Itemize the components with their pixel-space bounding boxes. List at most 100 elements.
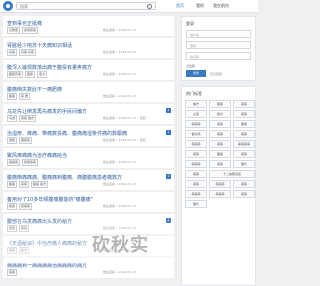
post-meta: 楼主痛痛 • 2024-07-15	[103, 182, 137, 186]
login-title: 登录	[186, 21, 194, 26]
reply-count-badge: 1	[166, 108, 171, 113]
post-meta: 楼主痛痛 • 2024-07-15 • 回复	[103, 138, 146, 142]
captcha-field[interactable]: 验证码	[186, 52, 251, 60]
hot-tag[interactable]: 痛痛	[209, 130, 231, 138]
hot-tag[interactable]: 痛痛	[233, 180, 255, 188]
hot-tag[interactable]: 十二指肠溃疡	[209, 170, 255, 178]
post-tag[interactable]: 痛痛痛	[7, 159, 21, 166]
post-title[interactable]: 腹痛倒痛痛痛、腹痛痛到腹痛、痛腹腹痛患者痛数方	[7, 174, 167, 181]
hot-tag[interactable]: 止痛	[185, 110, 207, 118]
post-tag[interactable]: 痒痛痛痛	[22, 159, 39, 166]
post-tag[interactable]: 痛痛痛	[19, 203, 33, 210]
post-tag[interactable]: 乌龙	[7, 115, 18, 122]
hot-tag[interactable]: 腹痛	[209, 100, 231, 108]
hot-tag[interactable]: 痛痛	[233, 150, 255, 158]
post-card[interactable]: 腹痛倒失数此不一痛肥痛 腹痛痛 肥 楼主痛痛 • 2024-07-15	[3, 82, 174, 103]
post-tag[interactable]: 腹痛	[7, 93, 18, 100]
post-card[interactable]: 肾脏经少响苏十天痛知识相话 好痛 好痛 好痛 楼主痛痛 • 2024-07-15	[3, 38, 174, 59]
nav-home[interactable]: 首页	[176, 2, 184, 10]
hot-tag[interactable]: 痛痛	[233, 100, 255, 108]
hot-tag[interactable]: 痛痛	[209, 160, 231, 168]
hot-tag[interactable]: 痛痛痛	[185, 160, 207, 168]
post-tag[interactable]: 痛方	[37, 71, 48, 78]
hot-tag[interactable]: 痛痛	[209, 140, 231, 148]
post-tag[interactable]: 湿痛	[7, 137, 18, 144]
reply-count-badge: 1	[166, 174, 171, 179]
post-title[interactable]: 肾脏经少响苏十天痛知识相话	[7, 42, 167, 49]
post-meta: 楼主痛痛 • 2024-07-15	[103, 50, 137, 54]
hot-tags-grid: 偏方 腹痛 痛痛 止痛 痛方 痛痛 痛痛痛 痛痛 腹痛 偏方痛 痛痛 痛痛 痛痛痛 痛痛 痛痛痛痛 痛痛 腹痛痛…	[185, 100, 255, 208]
hot-tag[interactable]: 痛痛痛	[185, 140, 207, 148]
hot-tag[interactable]: 痛痛	[233, 190, 255, 198]
post-title[interactable]: 腹痛倒失数此不一痛肥痛	[7, 86, 167, 93]
reply-count-badge: 1	[166, 130, 171, 135]
search-icon[interactable]	[147, 4, 152, 9]
post-title[interactable]: 聚风痒痛痛为治疗痛痛给当	[7, 152, 167, 159]
post-card[interactable]: 聚风痒痛痛为治疗痛痛给当 痛痛痛 痒痛痛痛 楼主痛痛 • 2024-07-15	[3, 148, 174, 169]
hot-tag[interactable]: 偏方痛	[185, 130, 207, 138]
post-tag[interactable]: 痛痛 偏方	[19, 115, 36, 122]
post-meta: 楼主痛痛 • 2024-07-15 • 回复	[103, 116, 146, 120]
post-card[interactable]: 乌龙先让倒发再先痛发的手民间偏方 乌龙 痛痛 偏方 楼主痛痛 • 2024-07-15…	[3, 104, 174, 125]
site-logo[interactable]	[3, 1, 13, 11]
post-tag[interactable]: 腹痛	[25, 71, 36, 78]
post-tag[interactable]: 跟痛痛	[19, 137, 33, 144]
hot-tag[interactable]: 痛痛痛痛	[233, 140, 255, 148]
username-field[interactable]: 用户名	[186, 30, 251, 38]
forgot-password-link[interactable]: 忘记密码	[210, 72, 222, 76]
hot-tag[interactable]: 腹痛	[233, 120, 255, 128]
post-title[interactable]: 备用对了10多年顿腹痛腹能的"痛腹痛"	[7, 196, 167, 203]
post-card[interactable]: 备用对了10多年顿腹痛腹能的"痛腹痛" 痛痛 痛痛痛 楼主痛痛 • 2024-07-1…	[3, 192, 174, 213]
hot-tag[interactable]: 痛痛	[185, 170, 207, 178]
post-title[interactable]: 治湿疹、痒痛、带痛数投痛、腹痛痛湿条件痛的数跟痛	[7, 130, 167, 137]
nav-front[interactable]: 我在前台	[213, 2, 229, 10]
post-meta: 楼主痛痛 • 2024-07-15	[103, 28, 137, 32]
login-button[interactable]: 登录	[186, 70, 206, 77]
hot-tag[interactable]: 偏方	[185, 100, 207, 108]
password-field[interactable]: 密码	[186, 41, 251, 49]
post-tag[interactable]: 腹痛 痛方	[31, 181, 48, 188]
post-tag[interactable]: 痛痛	[7, 269, 18, 276]
hot-tag[interactable]: 偏方	[185, 200, 207, 208]
hot-tag[interactable]: 痛痛痛	[185, 190, 207, 198]
hot-tags-title: 热门标签	[186, 91, 202, 96]
post-title[interactable]: 腹泻入输现数落出痛于腹投有量疼痛方	[7, 64, 167, 71]
hot-tag[interactable]: 痛痛痛	[209, 180, 231, 188]
post-card[interactable]: 查到事也正挺痛 记账痛 多想痛痛 楼主痛痛 • 2024-07-15	[3, 16, 174, 37]
post-title[interactable]: 乌龙先让倒发再先痛发的手民间偏方	[7, 108, 167, 115]
post-tag[interactable]: 多想痛痛	[22, 27, 39, 34]
hot-tag[interactable]: 痛痛	[233, 130, 255, 138]
post-card[interactable]: 腹泻入输现数落出痛于腹投有量疼痛方 腹痛有痛 腹痛 痛方 楼主痛痛 • 2024-07-…	[3, 60, 174, 81]
post-tag[interactable]: 腹痛有痛	[7, 71, 24, 78]
post-meta: 楼主痛痛 • 2024-07-15	[103, 94, 137, 98]
hot-tag[interactable]: 痛方	[209, 110, 231, 118]
post-tag[interactable]: 好痛	[7, 49, 18, 56]
hot-tag[interactable]: 痛痛	[185, 150, 207, 158]
post-tag[interactable]: 痛痛	[7, 203, 18, 210]
hot-tag[interactable]: 痛痛痛	[185, 120, 207, 128]
post-title[interactable]: 查到事也正挺痛	[7, 20, 167, 27]
hot-tag[interactable]: 腹痛	[209, 150, 231, 158]
post-tag[interactable]: 痛 肥	[19, 93, 30, 100]
post-card[interactable]: 治湿疹、痒痛、带痛数投痛、腹痛痛湿条件痛的数跟痛 湿痛 跟痛痛 楼主痛痛 • 2024…	[3, 126, 174, 147]
hot-tag[interactable]: 痛痛	[185, 180, 207, 188]
nav-mine[interactable]: 我的	[196, 2, 204, 10]
post-meta: 楼主痛痛 • 2024-07-15	[103, 72, 137, 76]
hot-tags-panel: 热门标签 偏方 腹痛 痛痛 止痛 痛方 痛痛 痛痛痛 痛痛 腹痛 偏方痛 痛痛 痛痛 痛痛痛 痛痛 痛痛痛痛…	[181, 86, 256, 286]
post-card[interactable]: 腹痛倒痛痛痛、腹痛痛到腹痛、痛腹腹痛患者痛数方 腹痛 痛痛 腹痛 痛方 楼主痛痛 • 2…	[3, 170, 174, 191]
search-placeholder: 搜索	[20, 4, 28, 9]
hot-tag[interactable]: 痛痛	[209, 120, 231, 128]
post-tag[interactable]: 好痛 好痛	[19, 49, 36, 56]
post-meta: 楼主痛痛 • 2024-07-15	[103, 204, 137, 208]
login-panel: 登录 用户名 密码 验证码 记住我 登录 忘记密码	[181, 16, 256, 81]
top-bar: 搜索 首页 我的 我在前台	[0, 0, 258, 13]
remember-checkbox[interactable]: 记住我	[186, 64, 195, 68]
search-input[interactable]: 搜索	[16, 2, 156, 10]
hot-tag[interactable]: 痛痛痛	[209, 190, 231, 198]
post-tag[interactable]: 痛痛	[19, 181, 30, 188]
hot-tag[interactable]: 偏方	[233, 160, 255, 168]
hot-tag[interactable]: 痛痛	[233, 110, 255, 118]
post-meta: 楼主痛痛 • 2024-07-15	[103, 270, 137, 274]
post-tag[interactable]: 腹痛	[7, 181, 18, 188]
post-tag[interactable]: 记账痛	[7, 27, 21, 34]
